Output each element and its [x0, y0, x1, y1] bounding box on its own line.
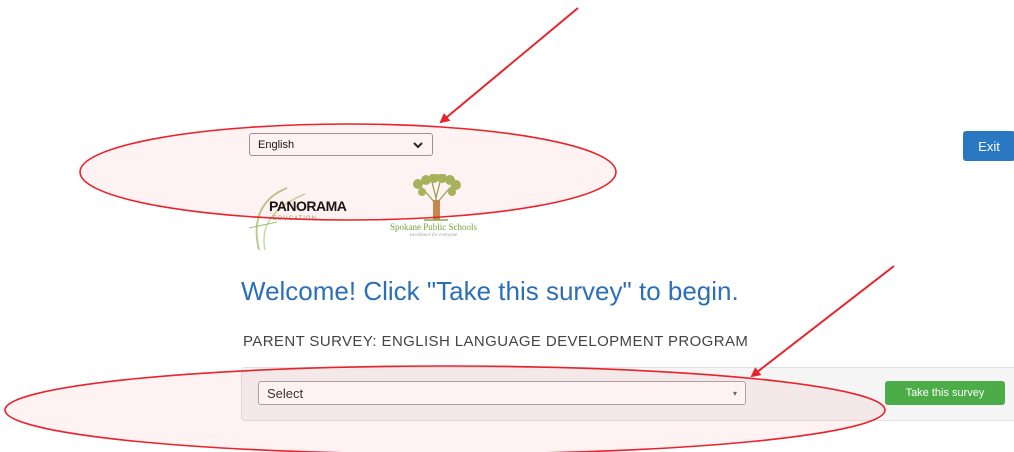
survey-select[interactable]: Select ▾	[258, 381, 746, 405]
spokane-schools-logo: Spokane Public Schools excellence for ev…	[388, 173, 508, 244]
exit-button[interactable]: Exit	[963, 131, 1014, 161]
annotation-arrow-survey-select	[750, 265, 895, 378]
panorama-logo-subtext: EDUCATION	[273, 216, 317, 222]
language-select-value: English	[258, 138, 295, 151]
welcome-heading: Welcome! Click "Take this survey" to beg…	[241, 276, 739, 306]
caret-down-icon: ▾	[732, 388, 737, 398]
panorama-logo-text: PANORAMA	[269, 198, 347, 214]
survey-title: PARENT SURVEY: ENGLISH LANGUAGE DEVELOPM…	[243, 333, 749, 350]
panorama-swoosh-icon	[248, 187, 306, 251]
language-select[interactable]: English	[249, 133, 433, 156]
chevron-down-icon	[413, 141, 423, 148]
spokane-schools-logo-text: Spokane Public Schools	[390, 222, 477, 232]
annotation-arrow-language	[439, 7, 579, 124]
take-survey-button[interactable]: Take this survey	[885, 381, 1005, 405]
panorama-logo: PANORAMA EDUCATION	[247, 180, 367, 251]
tree-icon	[413, 173, 461, 221]
survey-select-value: Select	[267, 385, 304, 401]
spokane-schools-tagline: excellence for everyone	[410, 233, 458, 238]
